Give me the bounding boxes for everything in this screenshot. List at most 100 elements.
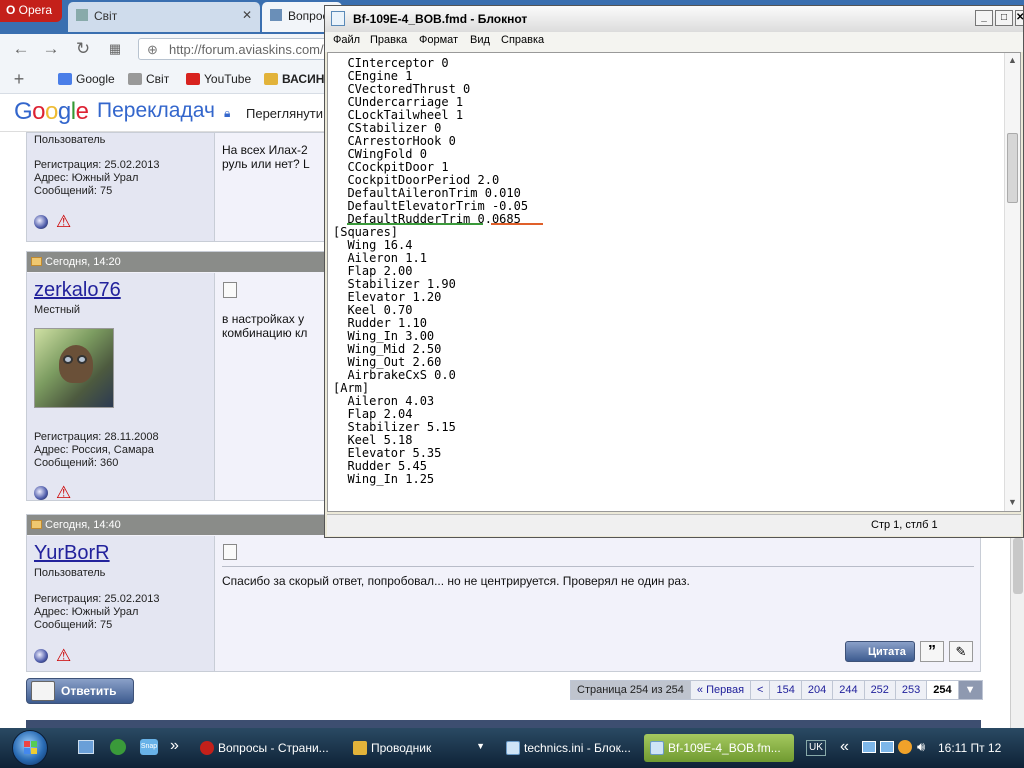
maximize-icon[interactable]: □ (995, 10, 1013, 26)
file-line: Wing_In 1.25 (333, 472, 435, 486)
post-line: комбинацию кл (222, 326, 308, 340)
add-bookmark-icon[interactable]: + (10, 70, 28, 88)
taskbar-item-bf109-active[interactable]: Bf-109E-4_BOB.fm... (644, 734, 794, 762)
grammar-underline (347, 223, 483, 225)
tab-svit[interactable]: Світ ✕ (68, 2, 260, 32)
page-link[interactable]: 204 (800, 680, 834, 700)
first-page-link[interactable]: « Первая (689, 680, 752, 700)
back-arrow-icon[interactable]: ← (12, 40, 30, 58)
update-icon[interactable] (898, 740, 912, 754)
close-icon[interactable]: ✕ (1015, 10, 1024, 26)
report-icon[interactable] (56, 648, 72, 664)
user-role: Пользователь (34, 134, 106, 146)
close-tab-icon[interactable]: ✕ (242, 8, 252, 22)
taskbar-label: technics.ini - Блок... (524, 741, 631, 755)
taskbar-label: Проводник (371, 741, 432, 755)
opera-menu-button[interactable]: O Opera (0, 0, 62, 22)
page-menu-chevron-icon[interactable]: ▼ (957, 680, 983, 700)
post-line: в настройках у (222, 312, 305, 326)
prev-page-link[interactable]: < (750, 680, 771, 700)
quote-label: Цитата (868, 646, 906, 658)
message-count: Сообщений: 360 (34, 457, 119, 469)
user-info: zerkalo76 Местный Регистрация: 28.11.200… (27, 273, 215, 500)
scrollbar-thumb[interactable] (1007, 133, 1018, 203)
speed-dial-icon[interactable]: ▦ (106, 40, 124, 58)
cursor-position: Стр 1, стлб 1 (871, 519, 938, 531)
scroll-down-icon[interactable]: ▼ (1008, 497, 1017, 507)
taskbar-item-explorer[interactable]: Проводник ▼ (347, 734, 491, 762)
post-date: Сегодня, 14:20 (45, 256, 121, 268)
username-link[interactable]: YurBorR (34, 542, 110, 565)
user-details: Регистрация: 28.11.2008 Адрес: Россия, С… (34, 431, 159, 470)
bookmark-google[interactable]: Google (58, 72, 115, 86)
notepad-text-area[interactable]: CInterceptor 0 CEngine 1 CVectoredThrust… (327, 52, 1021, 512)
taskbar-item-technics[interactable]: technics.ini - Блок... (500, 734, 638, 762)
notepad-scrollbar[interactable]: ▲ ▼ (1004, 53, 1020, 511)
notepad-icon (650, 741, 664, 755)
more-quick-launch-icon[interactable]: » (170, 737, 179, 755)
notepad-status-bar: Стр 1, стлб 1 (327, 514, 1021, 536)
system-clock[interactable]: 16:11 Пт 12 (938, 741, 1001, 755)
user-info: YurBorR Пользователь Регистрация: 25.02.… (27, 536, 215, 671)
post-text: Спасибо за скорый ответ, попробовал... н… (222, 574, 690, 588)
display-icon[interactable] (880, 741, 894, 753)
browser-scrollbar[interactable] (1010, 538, 1024, 728)
show-desktop-icon[interactable] (78, 740, 94, 754)
bookmark-youtube[interactable]: YouTube (186, 72, 251, 86)
opera-label: Opera (18, 3, 53, 17)
globe-icon[interactable] (110, 739, 126, 755)
bookmark-folder[interactable]: ВАСИН (264, 72, 324, 86)
google-icon (58, 73, 72, 85)
thread-footer-bar (26, 720, 981, 728)
menu-edit[interactable]: Правка (370, 34, 407, 46)
reload-icon[interactable]: ↻ (74, 40, 92, 58)
network-icon[interactable] (862, 741, 876, 753)
youtube-icon (186, 73, 200, 85)
tab-label: Вопрос (288, 9, 329, 23)
multi-quote-icon[interactable]: ” (920, 641, 944, 662)
current-page: 254 (926, 680, 959, 700)
minimize-icon[interactable]: _ (975, 10, 993, 26)
view-button[interactable]: Переглянути (246, 106, 323, 121)
username-link[interactable]: zerkalo76 (34, 279, 121, 302)
page-link[interactable]: 252 (863, 680, 896, 700)
online-status-icon (34, 649, 48, 663)
post-line: руль или нет? L (222, 157, 310, 171)
volume-icon[interactable]: 🔊︎ (917, 739, 925, 755)
scroll-up-icon[interactable]: ▲ (1008, 55, 1017, 65)
report-icon[interactable] (56, 214, 72, 230)
notepad-icon (331, 11, 345, 26)
quick-reply-icon[interactable]: ✎ (949, 641, 973, 662)
post-text: На всех Илах-2 руль или нет? L (222, 143, 310, 171)
show-hidden-icons-icon[interactable]: « (840, 738, 849, 756)
post-icon (223, 282, 237, 298)
globe-icon: ⊕ (147, 42, 158, 57)
menu-view[interactable]: Вид (470, 34, 490, 46)
online-status-icon (34, 486, 48, 500)
quote-button[interactable]: Цитата (845, 641, 915, 662)
post-date: Сегодня, 14:40 (45, 519, 121, 531)
post-icon (223, 544, 237, 560)
menu-help[interactable]: Справка (501, 34, 544, 46)
page-link[interactable]: 244 (832, 680, 865, 700)
menu-format[interactable]: Формат (419, 34, 458, 46)
translate-title: Перекладач (97, 99, 215, 122)
taskbar-item-opera[interactable]: Вопросы - Страни... (194, 734, 332, 762)
snap-icon[interactable]: Snap (140, 739, 158, 755)
reply-button[interactable]: Ответить (26, 678, 134, 704)
opera-icon: O (6, 3, 19, 17)
user-avatar[interactable] (34, 328, 114, 408)
user-details: Регистрация: 25.02.2013 Адрес: Южный Ура… (34, 159, 159, 198)
start-button[interactable] (12, 730, 48, 766)
forward-arrow-icon[interactable]: → (42, 40, 60, 58)
page-link[interactable]: 154 (769, 680, 802, 700)
scrollbar-thumb[interactable] (1013, 538, 1023, 594)
reply-label: Ответить (61, 684, 117, 698)
bookmark-svit[interactable]: Світ (128, 72, 169, 86)
notepad-title-bar[interactable]: Bf-109E-4_BOB.fmd - Блокнот _ □ ✕ (325, 6, 1024, 32)
language-indicator[interactable]: UK (806, 740, 826, 756)
address-bar[interactable]: ⊕ http://forum.aviaskins.com/ (138, 38, 338, 60)
page-link[interactable]: 253 (894, 680, 928, 700)
report-icon[interactable] (56, 485, 72, 501)
menu-file[interactable]: Файл (333, 34, 360, 46)
